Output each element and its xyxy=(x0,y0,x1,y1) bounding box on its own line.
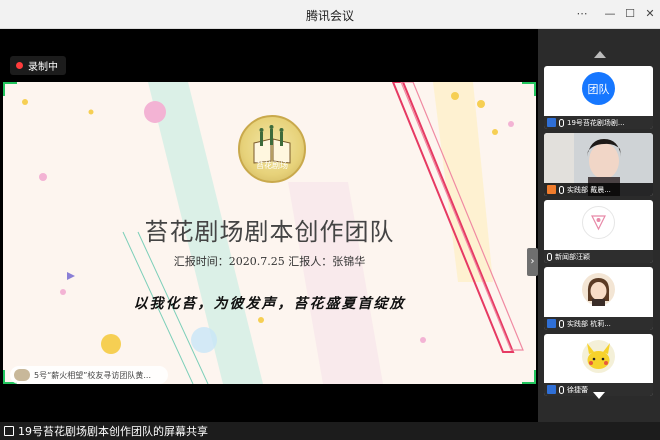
participant-caption: 实践部 杭莉... xyxy=(544,317,653,330)
pikachu-avatar-drawing xyxy=(587,343,610,369)
slide-meta: 汇报时间：2020.7.25 汇报人：张锦华 xyxy=(173,255,366,268)
mic-icon xyxy=(559,319,564,328)
window-title: 腾讯会议 xyxy=(305,9,354,23)
participant-name: 新闻部汪颖 xyxy=(555,252,590,261)
scroll-up-icon[interactable] xyxy=(594,51,606,58)
avatar-drawing xyxy=(591,215,606,231)
maximize-icon[interactable]: ☐ xyxy=(622,6,638,22)
shared-slide: 苔花剧场 苔花剧场剧本创作团队 汇报时间：2020.7.25 汇报人：张锦华 以… xyxy=(3,82,536,384)
slide-slogan: 以我化苔，为彼发声，苔花盛夏首绽放 xyxy=(133,296,406,312)
mic-icon xyxy=(559,385,564,394)
mic-icon xyxy=(547,252,552,261)
participant-caption: 新闻部汪颖 xyxy=(544,250,653,263)
participant-tile[interactable]: 实践部 戴晨... xyxy=(544,133,653,196)
mic-icon xyxy=(559,118,564,127)
avatar: 团队 xyxy=(582,72,615,105)
participant-caption: 19号苔花剧场剧... xyxy=(544,116,653,129)
mic-icon xyxy=(559,185,564,194)
recording-indicator: 录制中 xyxy=(10,56,66,75)
more-icon[interactable]: ⋯ xyxy=(574,6,590,22)
screen-share-icon xyxy=(547,118,556,127)
avatar xyxy=(582,340,615,373)
team-logo: 苔花剧场 xyxy=(238,115,306,183)
participant-name: 徐捷蕾 xyxy=(567,385,588,394)
participant-caption: 实践部 戴晨... xyxy=(544,183,653,196)
screen-share-icon xyxy=(4,426,14,436)
participant-tile[interactable]: 实践部 杭莉... xyxy=(544,267,653,330)
scroll-down-icon[interactable] xyxy=(593,392,605,399)
speaker-avatar xyxy=(14,369,30,381)
avatar-text: 团队 xyxy=(587,83,610,96)
avatar-drawing xyxy=(587,278,610,306)
screen-share-bar: 19号苔花剧场剧本创作团队的屏幕共享 xyxy=(0,422,660,440)
participant-name: 实践部 杭莉... xyxy=(567,319,611,328)
avatar xyxy=(582,206,615,239)
book-icon xyxy=(253,125,291,164)
participant-tile[interactable]: 新闻部汪颖 xyxy=(544,200,653,263)
participant-tile[interactable]: 团队 19号苔花剧场剧... xyxy=(544,66,653,129)
minimize-icon[interactable]: — xyxy=(602,6,618,22)
avatar xyxy=(582,273,615,306)
participant-tile[interactable]: 徐捷蕾 xyxy=(544,334,653,396)
participant-name: 实践部 戴晨... xyxy=(567,185,611,194)
screen-share-stage: 录制中 苔花剧场 苔花剧场剧本创作团队 汇报时间：2020.7.25 汇报人：张… xyxy=(0,29,538,422)
collapse-sidebar-button[interactable]: › xyxy=(527,248,538,276)
speaker-name: 5号“薪火相望”校友寻访团队黄... xyxy=(34,370,152,380)
record-dot-icon xyxy=(16,62,23,69)
share-frame-corner xyxy=(522,370,536,384)
recording-label: 录制中 xyxy=(28,62,58,73)
close-icon[interactable]: ✕ xyxy=(642,6,658,22)
share-frame-corner xyxy=(522,82,536,96)
screen-share-label: 19号苔花剧场剧本创作团队的屏幕共享 xyxy=(18,425,208,438)
active-speaker-pill[interactable]: 5号“薪火相望”校友寻访团队黄... xyxy=(10,366,168,384)
share-frame-corner xyxy=(3,82,17,96)
user-icon xyxy=(547,319,556,328)
slide-title: 苔花剧场剧本创作团队 xyxy=(144,218,395,246)
user-icon xyxy=(547,185,556,194)
user-icon xyxy=(547,385,556,394)
meeting-window: 腾讯会议 ⋯ — ☐ ✕ 录制中 苔花剧场 苔花剧场剧本创作团队 汇报时间：20… xyxy=(0,0,660,440)
participant-name: 19号苔花剧场剧... xyxy=(567,118,625,127)
title-bar: 腾讯会议 ⋯ — ☐ ✕ xyxy=(0,0,660,29)
logo-text: 苔花剧场 xyxy=(256,161,288,170)
